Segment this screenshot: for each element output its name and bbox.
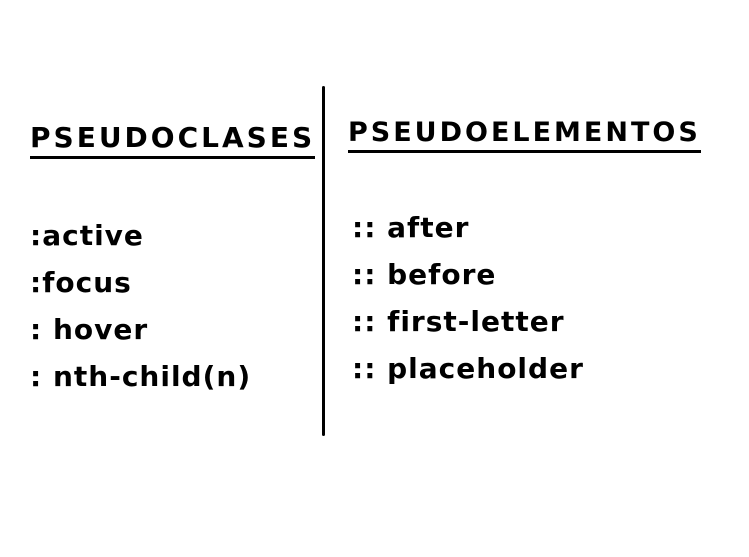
- pseudoelement-item-first-letter: :: first-letter: [352, 305, 565, 338]
- pseudoelementos-heading: PSEUDOELEMENTOS: [348, 119, 701, 153]
- pseudoclass-item-active: :active: [30, 219, 144, 252]
- pseudoclass-item-focus: :focus: [30, 266, 132, 299]
- pseudoelement-item-after: :: after: [352, 211, 470, 244]
- pseudoelement-item-placeholder: :: placeholder: [352, 352, 584, 385]
- pseudoclass-item-nth-child: : nth-child(n): [30, 360, 252, 393]
- pseudoclases-heading: PSEUDOCLASES: [30, 124, 316, 159]
- pseudoclass-item-hover: : hover: [30, 313, 149, 346]
- pseudoelementos-list: :: after :: before :: first-letter :: pl…: [352, 214, 584, 402]
- pseudoclases-list: :active :focus : hover : nth-child(n): [30, 222, 251, 410]
- column-divider: [322, 86, 325, 436]
- pseudoelement-item-before: :: before: [352, 258, 497, 291]
